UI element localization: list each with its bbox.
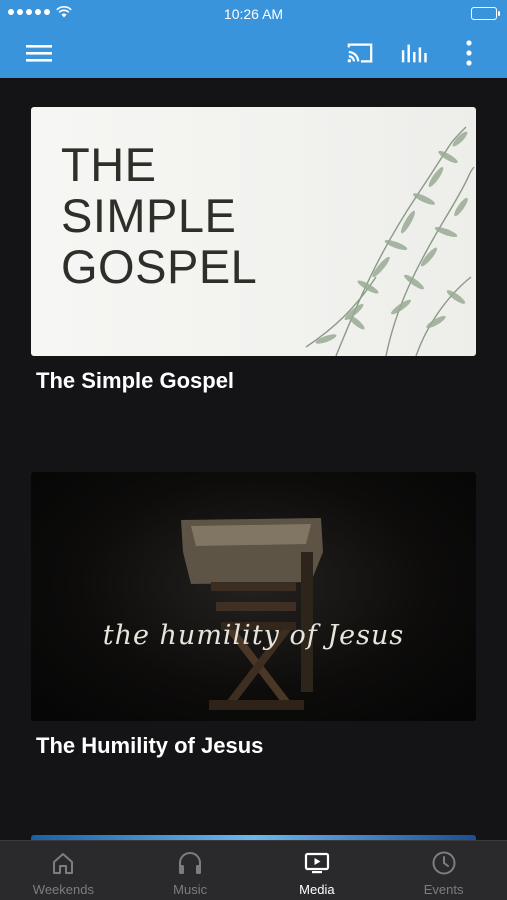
hamburger-icon[interactable] xyxy=(25,39,53,67)
media-thumbnail[interactable]: THE SIMPLE GOSPEL xyxy=(31,107,476,356)
tab-events[interactable]: Events xyxy=(380,841,507,900)
cast-icon[interactable] xyxy=(346,39,374,67)
manger-image xyxy=(181,518,323,710)
audio-bars-icon[interactable] xyxy=(400,39,428,67)
thumbnail-script-title: the humility of Jesus xyxy=(102,620,405,651)
home-icon xyxy=(53,853,74,874)
tab-music[interactable]: Music xyxy=(127,841,254,900)
media-thumbnail[interactable]: the humility of Jesus xyxy=(31,472,476,721)
olive-branch-image xyxy=(305,126,475,356)
clock-icon xyxy=(432,851,456,875)
bottom-tab-bar: Weekends Music Media Events xyxy=(0,840,507,900)
battery-icon xyxy=(471,7,500,20)
signal-indicators xyxy=(8,6,72,18)
media-card[interactable]: the humility of Jesus The Humility of Je… xyxy=(31,472,476,759)
media-card[interactable]: THE SIMPLE GOSPEL The Simple Gospel xyxy=(31,107,476,394)
more-vertical-icon[interactable] xyxy=(455,39,483,67)
media-list: THE SIMPLE GOSPEL The Simple Gospel the … xyxy=(0,78,507,840)
tab-weekends[interactable]: Weekends xyxy=(0,841,127,900)
status-bar: 10:26 AM xyxy=(0,0,507,27)
status-time: 10:26 AM xyxy=(223,5,284,22)
tab-label: Music xyxy=(173,882,208,897)
app-bar xyxy=(0,27,507,78)
tv-play-icon xyxy=(304,852,329,874)
wifi-icon xyxy=(56,6,72,18)
tab-label: Media xyxy=(299,882,335,897)
media-title[interactable]: The Humility of Jesus xyxy=(31,733,476,759)
tab-label: Events xyxy=(423,882,464,897)
media-title[interactable]: The Simple Gospel xyxy=(31,368,476,394)
tab-label: Weekends xyxy=(32,882,94,897)
thumbnail-title: THE SIMPLE GOSPEL xyxy=(61,138,258,293)
headphones-icon xyxy=(179,852,202,874)
tab-media[interactable]: Media xyxy=(254,841,381,900)
signal-strength-icon xyxy=(8,9,50,15)
